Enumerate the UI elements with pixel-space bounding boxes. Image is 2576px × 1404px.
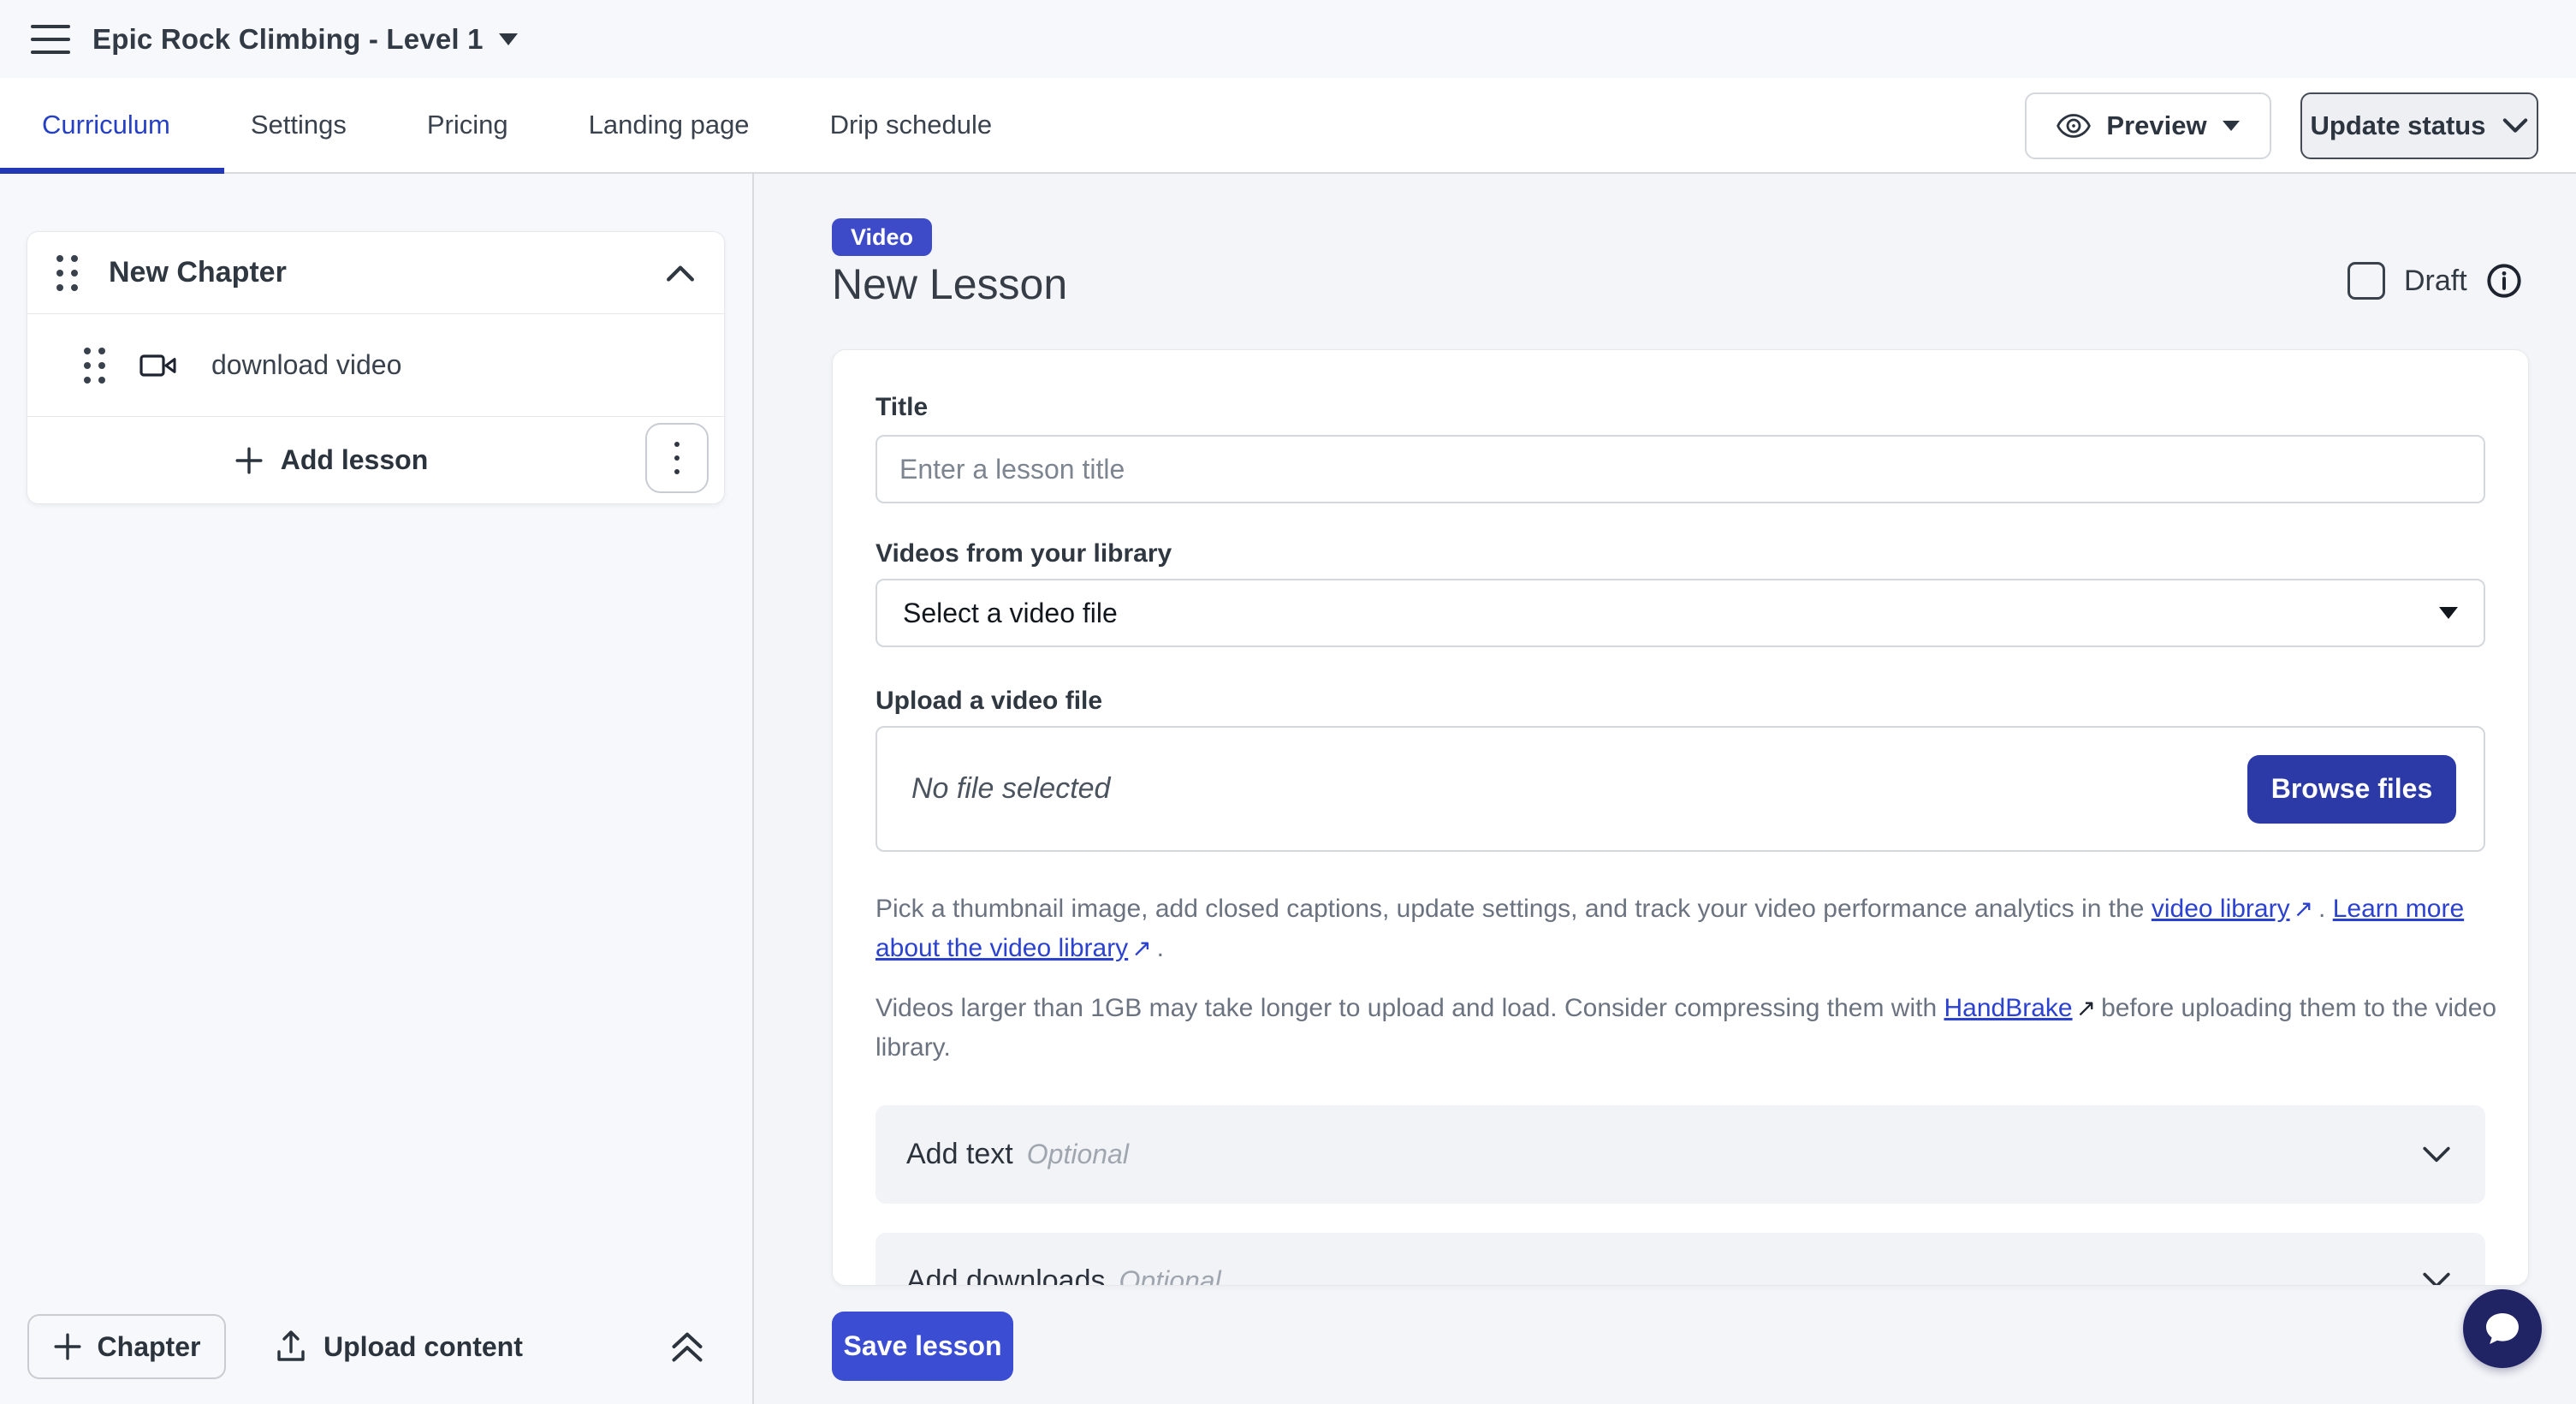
tab-drip-schedule[interactable]: Drip schedule [830,110,993,140]
chapter-card-footer: Add lesson [27,417,724,503]
caret-down-icon [2223,121,2240,131]
draft-toggle-group: Draft [2347,262,2522,300]
course-builder-app: Epic Rock Climbing - Level 1 Curriculum … [0,0,2576,1404]
add-downloads-label: Add downloads [906,1264,1106,1287]
chevron-up-icon[interactable] [666,264,695,283]
topbar: Epic Rock Climbing - Level 1 [0,0,2576,78]
external-link-icon: ↗ [2076,989,2096,1028]
save-lesson-button[interactable]: Save lesson [832,1312,1013,1381]
select-caret-icon [2439,607,2458,619]
help-text-segment: . [2318,895,2333,923]
hamburger-menu-icon[interactable] [31,25,70,54]
optional-label: Optional [1119,1265,1221,1287]
sidebar-footer: Chapter Upload content [0,1289,752,1404]
chapter-header: New Chapter [27,232,724,314]
file-upload-box: No file selected Browse files [875,726,2485,852]
plus-icon [234,446,264,475]
chat-widget-button[interactable] [2463,1289,2542,1368]
lesson-type-badge: Video [832,218,932,256]
drag-handle-icon[interactable] [84,348,105,384]
chapter-title: New Chapter [109,256,666,289]
info-icon[interactable] [2486,263,2522,299]
eye-icon [2057,113,2091,139]
browse-files-button[interactable]: Browse files [2247,755,2456,824]
chapter-card: New Chapter download video Add lesson [27,231,725,504]
tabbar-actions: Preview Update status [2025,78,2538,174]
add-chapter-button[interactable]: Chapter [27,1314,226,1379]
add-chapter-label: Chapter [98,1331,201,1363]
lesson-row[interactable]: download video [27,314,724,417]
upload-content-button[interactable]: Upload content [276,1330,523,1364]
lesson-title-input[interactable] [875,435,2485,503]
curriculum-sidebar: New Chapter download video Add lesson [0,174,754,1404]
active-tab-indicator [0,168,224,174]
title-label: Title [875,393,2485,422]
video-library-select[interactable]: Select a video file [875,579,2485,647]
chevron-down-icon [2422,1270,2451,1286]
library-label: Videos from your library [875,539,2485,568]
tabbar: Curriculum Settings Pricing Landing page… [0,78,2576,174]
update-status-label: Update status [2311,110,2486,141]
chat-bubble-icon [2480,1308,2525,1349]
compression-help-text: Videos larger than 1GB may take longer t… [875,989,2519,1068]
draft-checkbox[interactable] [2347,262,2385,300]
no-file-text: No file selected [911,772,1110,806]
plus-icon [53,1332,82,1361]
drag-handle-icon[interactable] [56,255,78,291]
help-text-segment: Pick a thumbnail image, add closed capti… [875,895,2152,923]
upload-label: Upload a video file [875,687,2485,716]
lesson-title: download video [211,349,401,381]
optional-label: Optional [1027,1139,1129,1170]
tab-curriculum[interactable]: Curriculum [42,110,170,140]
add-lesson-button[interactable]: Add lesson [234,444,428,476]
help-text-segment: Videos larger than 1GB may take longer t… [875,994,1944,1022]
preview-button-label: Preview [2106,110,2206,141]
handbrake-link[interactable]: HandBrake [1944,994,2073,1022]
chevron-down-icon [2502,117,2528,134]
add-downloads-accordion[interactable]: Add downloads Optional [875,1233,2485,1286]
add-lesson-label: Add lesson [281,444,428,476]
chevron-down-icon [2422,1145,2451,1165]
video-library-link[interactable]: video library [2152,895,2290,923]
external-link-icon: ↗ [2294,889,2313,929]
preview-button[interactable]: Preview [2025,92,2271,159]
page-title: New Lesson [832,259,1067,309]
course-switcher[interactable]: Epic Rock Climbing - Level 1 [92,23,518,56]
collapse-all-icon[interactable] [670,1329,704,1365]
video-camera-icon [139,353,177,378]
caret-down-icon [499,33,518,45]
add-text-accordion[interactable]: Add text Optional [875,1105,2485,1204]
upload-icon [276,1330,306,1364]
draft-label: Draft [2404,265,2467,298]
tab-settings[interactable]: Settings [251,110,347,140]
lesson-editor: Video New Lesson Draft Title Videos from… [756,174,2576,1404]
course-title: Epic Rock Climbing - Level 1 [92,23,484,56]
tab-landing-page[interactable]: Landing page [589,110,750,140]
update-status-button[interactable]: Update status [2300,92,2538,159]
help-text-segment: . [1157,934,1164,962]
tab-pricing[interactable]: Pricing [427,110,508,140]
upload-content-label: Upload content [323,1331,523,1363]
add-text-label: Add text [906,1138,1013,1171]
kebab-menu-button[interactable] [645,423,709,493]
external-link-icon: ↗ [1131,929,1151,968]
lesson-form-card: Title Videos from your library Select a … [832,349,2529,1286]
video-library-help-text: Pick a thumbnail image, add closed capti… [875,889,2519,968]
select-value: Select a video file [903,598,1118,629]
tabs: Curriculum Settings Pricing Landing page… [0,110,992,140]
